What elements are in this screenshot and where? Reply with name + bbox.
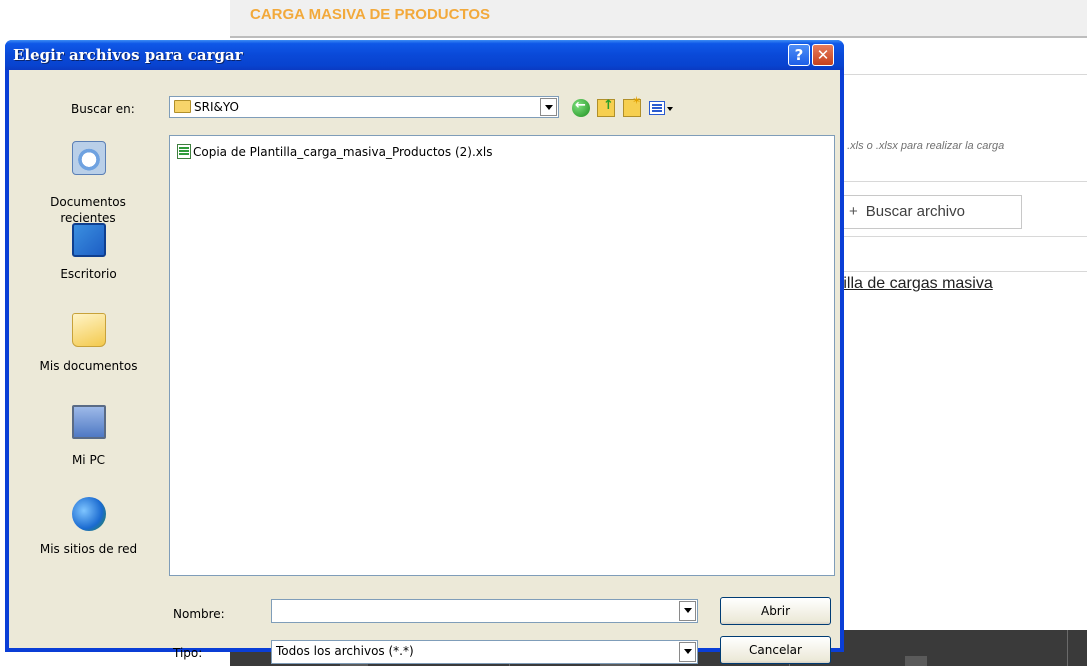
- divider: [830, 271, 1087, 272]
- network-places-icon: [72, 497, 106, 531]
- place-my-documents[interactable]: Mis documentos: [16, 313, 161, 393]
- close-button[interactable]: ✕: [812, 44, 834, 66]
- recent-documents-icon: [72, 141, 106, 175]
- footer-icon[interactable]: [905, 656, 927, 666]
- new-folder-icon[interactable]: [623, 94, 641, 117]
- filename-label: Nombre:: [173, 607, 225, 621]
- back-icon[interactable]: [572, 98, 590, 117]
- page-title: CARGA MASIVA DE PRODUCTOS: [250, 6, 491, 23]
- place-recent-documents[interactable]: Documentos recientes: [16, 141, 161, 225]
- look-in-value: SRI&YO: [194, 100, 239, 114]
- divider: [830, 181, 1087, 182]
- chevron-down-icon[interactable]: [679, 642, 696, 662]
- place-label: Escritorio: [60, 267, 117, 281]
- folder-icon: [174, 100, 191, 113]
- place-label: Mis documentos: [39, 359, 138, 373]
- filename-combobox[interactable]: [271, 599, 698, 623]
- place-my-computer[interactable]: Mi PC: [16, 405, 161, 485]
- file-upload-dialog: Elegir archivos para cargar ? ✕ Buscar e…: [5, 40, 844, 664]
- view-menu-icon[interactable]: [649, 101, 665, 115]
- places-bar: Documentos recientes Escritorio Mis docu…: [16, 135, 161, 643]
- view-menu-dropdown-icon[interactable]: [667, 107, 673, 111]
- place-desktop[interactable]: Escritorio: [16, 223, 161, 299]
- look-in-combobox[interactable]: SRI&YO: [169, 96, 559, 118]
- place-label: Mis sitios de red: [39, 542, 138, 556]
- upload-hint-text: ivo .xls o .xlsx para realizar la carga: [830, 140, 1005, 152]
- open-button[interactable]: Abrir: [720, 597, 831, 625]
- excel-file-icon: [177, 144, 191, 159]
- chevron-down-icon[interactable]: [679, 601, 696, 621]
- chevron-down-icon[interactable]: [540, 98, 557, 116]
- help-button[interactable]: ?: [788, 44, 810, 66]
- dialog-titlebar[interactable]: Elegir archivos para cargar ? ✕: [5, 40, 844, 70]
- cancel-button[interactable]: Cancelar: [720, 636, 831, 664]
- up-folder-icon[interactable]: [597, 98, 615, 117]
- footer-separator: [1067, 630, 1068, 666]
- template-download-link[interactable]: ntilla de cargas masiva: [830, 275, 993, 293]
- my-documents-icon: [72, 313, 106, 347]
- place-label: Documentos recientes: [50, 195, 126, 225]
- place-label: Mi PC: [71, 453, 106, 467]
- plus-icon: +: [849, 203, 858, 220]
- place-network[interactable]: Mis sitios de red: [16, 497, 161, 597]
- filetype-combobox[interactable]: Todos los archivos (*.*): [271, 640, 698, 664]
- file-name: Copia de Plantilla_carga_masiva_Producto…: [193, 145, 493, 159]
- desktop-icon: [72, 223, 106, 257]
- dialog-title: Elegir archivos para cargar: [13, 46, 243, 64]
- browse-file-button-label: Buscar archivo: [865, 203, 965, 220]
- filetype-value: Todos los archivos (*.*): [276, 644, 414, 658]
- divider: [830, 236, 1087, 237]
- browse-file-button[interactable]: + Buscar archivo: [832, 195, 1022, 229]
- filetype-label: Tipo:: [173, 646, 203, 660]
- my-computer-icon: [72, 405, 106, 439]
- file-list[interactable]: Copia de Plantilla_carga_masiva_Producto…: [169, 135, 835, 576]
- look-in-label: Buscar en:: [71, 102, 135, 116]
- dialog-client-area: Buscar en: SRI&YO Documentos recientes E…: [9, 70, 840, 664]
